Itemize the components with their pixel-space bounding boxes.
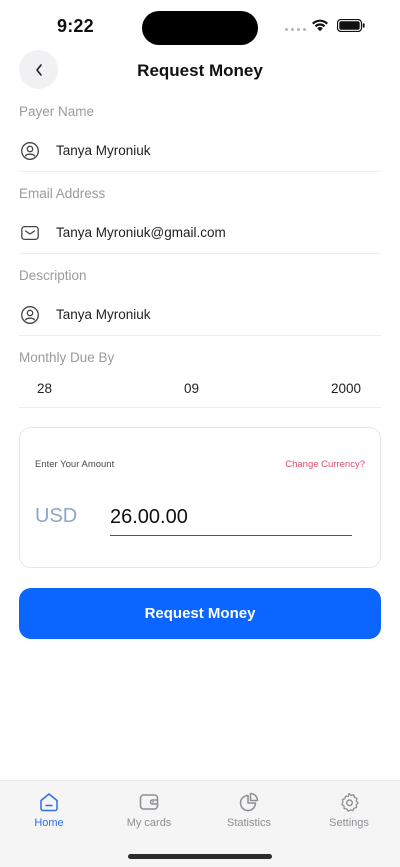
wallet-icon [139,794,159,810]
due-date-label: Monthly Due By [19,350,115,365]
amount-card: Enter Your Amount Change Currency? USD 2… [19,427,381,568]
status-bar: 9:22 [0,0,400,54]
page-title: Request Money [137,61,263,80]
amount-label: Enter Your Amount [35,459,115,470]
tab-my-cards-label: My cards [126,817,172,829]
payer-name-value: Tanya Myroniuk [56,143,151,158]
email-label: Email Address [19,186,106,201]
tab-my-cards[interactable]: My cards [109,791,189,829]
dynamic-island [142,11,258,45]
pie-chart-icon [239,792,259,812]
tab-settings-label: Settings [329,817,369,829]
currency-code: USD [35,505,78,527]
due-year[interactable]: 2000 [331,381,361,396]
home-icon [40,793,58,812]
description-field[interactable]: Tanya Myroniuk [19,294,381,336]
change-currency-link[interactable]: Change Currency? [285,459,365,470]
status-time: 9:22 [57,16,94,36]
wifi-icon [312,19,328,32]
description-label: Description [19,268,87,283]
email-field[interactable]: Tanya Myroniuk@gmail.com [19,212,381,254]
gear-icon [341,792,359,812]
tab-home[interactable]: Home [9,791,89,829]
tab-statistics[interactable]: Statistics [209,791,289,829]
email-value: Tanya Myroniuk@gmail.com [56,225,226,240]
payer-name-label: Payer Name [19,104,95,119]
cellular-signal-icon [285,28,307,32]
tab-statistics-label: Statistics [226,817,271,829]
user-icon [19,140,41,162]
tab-settings[interactable]: Settings [309,791,389,829]
home-indicator [128,854,272,859]
request-money-button[interactable]: Request Money [19,588,381,639]
tab-home-label: Home [34,817,64,829]
battery-icon [337,19,365,32]
mail-icon [19,222,41,244]
due-date-picker[interactable]: 28 09 2000 [19,371,381,408]
description-value: Tanya Myroniuk [56,307,151,322]
payer-name-field[interactable]: Tanya Myroniuk [19,130,381,172]
amount-input[interactable]: 26.00.00 [110,506,352,536]
due-month[interactable]: 09 [184,381,199,396]
user-icon [19,304,41,326]
due-day[interactable]: 28 [37,381,52,396]
navigation-bar: Request Money [0,50,400,92]
